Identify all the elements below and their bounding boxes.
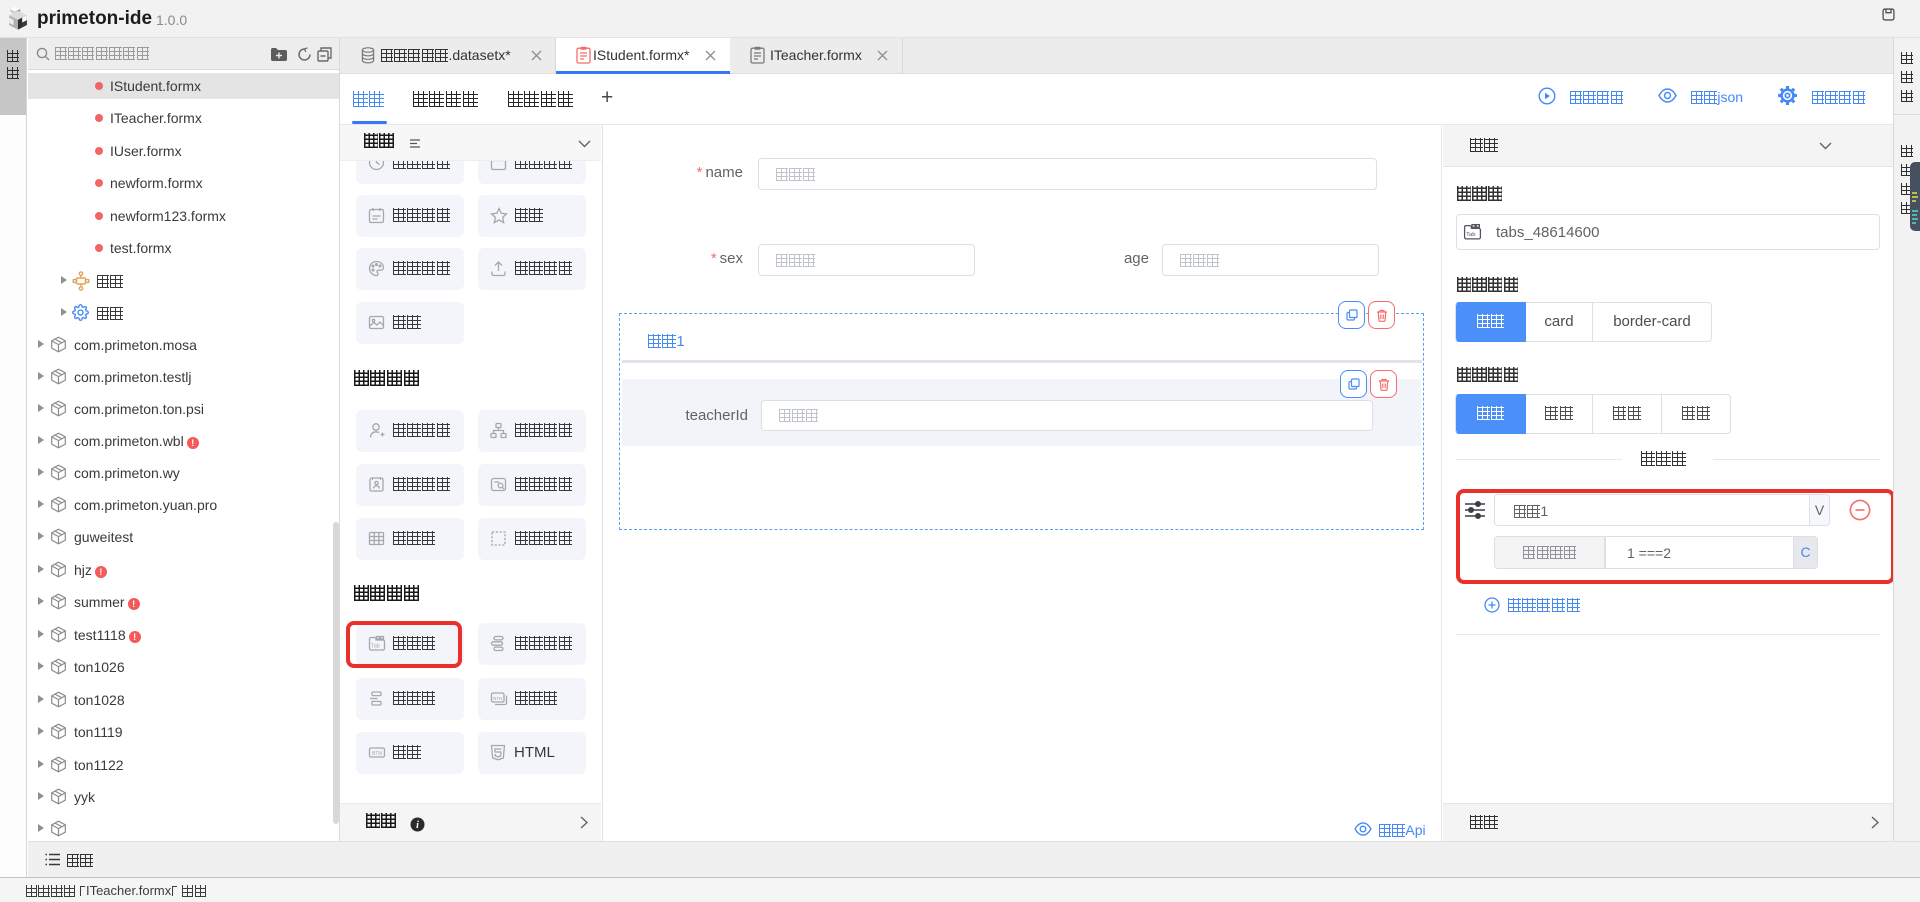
svg-text:Tab: Tab bbox=[1466, 232, 1475, 238]
svg-text:BTN: BTN bbox=[372, 751, 382, 757]
svg-text:BTN: BTN bbox=[493, 696, 502, 701]
svg-text:i: i bbox=[416, 820, 419, 831]
